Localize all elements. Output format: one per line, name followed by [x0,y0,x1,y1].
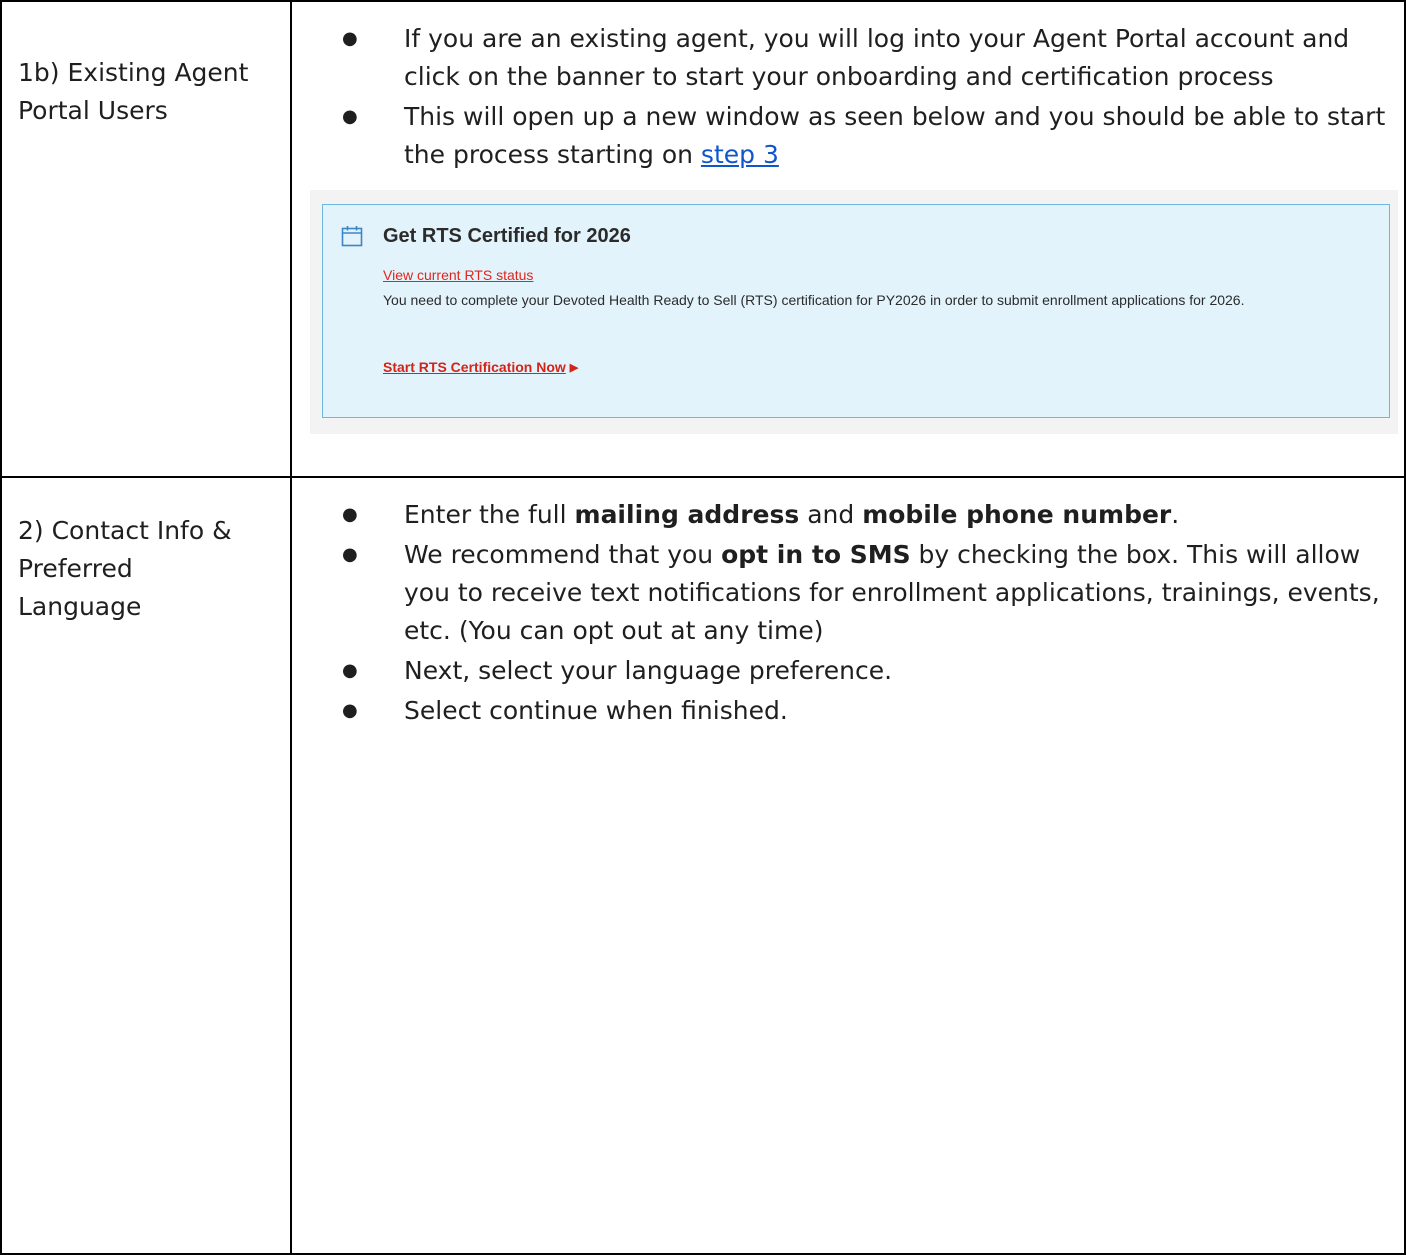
calendar-icon [341,226,363,247]
list-item: ● This will open up a new window as seen… [342,98,1392,174]
list-item: ● Next, select your language preference. [342,652,1392,690]
step-3-link[interactable]: step 3 [701,140,779,169]
instructions-table: 1b) Existing Agent Portal Users ● If you… [0,0,1406,1255]
start-rts-certification-label: Start RTS Certification Now [383,359,566,375]
step-label-cell: 2) Contact Info & Preferred Language [0,476,292,1255]
step-label-line: Preferred [18,554,133,583]
view-rts-status-link[interactable]: View current RTS status [383,267,533,283]
bullet-text: Next, select your language preference. [404,656,893,685]
bullet-list: ● If you are an existing agent, you will… [292,2,1404,174]
bullet-icon: ● [342,28,358,49]
step-label-line: Language [18,592,142,621]
list-item: ● Select continue when finished. [342,692,1392,730]
rts-banner[interactable]: Get RTS Certified for 2026 View current … [322,204,1390,418]
start-rts-certification-link[interactable]: Start RTS Certification Now ▶ [383,359,578,375]
caret-right-icon: ▶ [569,362,579,374]
step-label-cell: 1b) Existing Agent Portal Users [0,0,292,478]
bullet-text: . [1171,500,1180,529]
list-item: ● We recommend that you opt in to SMS by… [342,536,1392,650]
bullet-text: and [799,500,863,529]
bullet-text: If you are an existing agent, you will l… [404,24,1350,91]
list-item: ● If you are an existing agent, you will… [342,20,1392,96]
bullet-text: We recommend that you [404,540,722,569]
banner-description: You need to complete your Devoted Health… [383,292,1245,308]
list-item: ● Enter the full mailing address and mob… [342,496,1392,534]
banner-title: Get RTS Certified for 2026 [383,225,631,247]
bullet-icon: ● [342,544,358,565]
bold-text: mailing address [574,500,800,529]
bullet-text: This will open up a new window as seen b… [404,102,1386,169]
bullet-icon: ● [342,106,358,127]
step-label-line: 2) Contact Info & [18,516,232,545]
table-row: 1b) Existing Agent Portal Users ● If you… [0,0,1406,478]
bold-text: mobile phone number [862,500,1172,529]
bullet-list: ● Enter the full mailing address and mob… [292,478,1404,730]
bold-text: opt in to SMS [721,540,911,569]
table-row: 2) Contact Info & Preferred Language ● E… [0,476,1406,1255]
banner-screenshot: Get RTS Certified for 2026 View current … [310,190,1398,434]
bullet-text: Select continue when finished. [404,696,788,725]
step-content-cell: ● Enter the full mailing address and mob… [290,476,1406,1255]
step-content-cell: ● If you are an existing agent, you will… [290,0,1406,478]
bullet-icon: ● [342,660,358,681]
step-label: 2) Contact Info & Preferred Language [2,478,290,626]
bullet-icon: ● [342,700,358,721]
bullet-text: Enter the full [404,500,575,529]
step-label: 1b) Existing Agent Portal Users [18,58,249,125]
bullet-icon: ● [342,504,358,525]
